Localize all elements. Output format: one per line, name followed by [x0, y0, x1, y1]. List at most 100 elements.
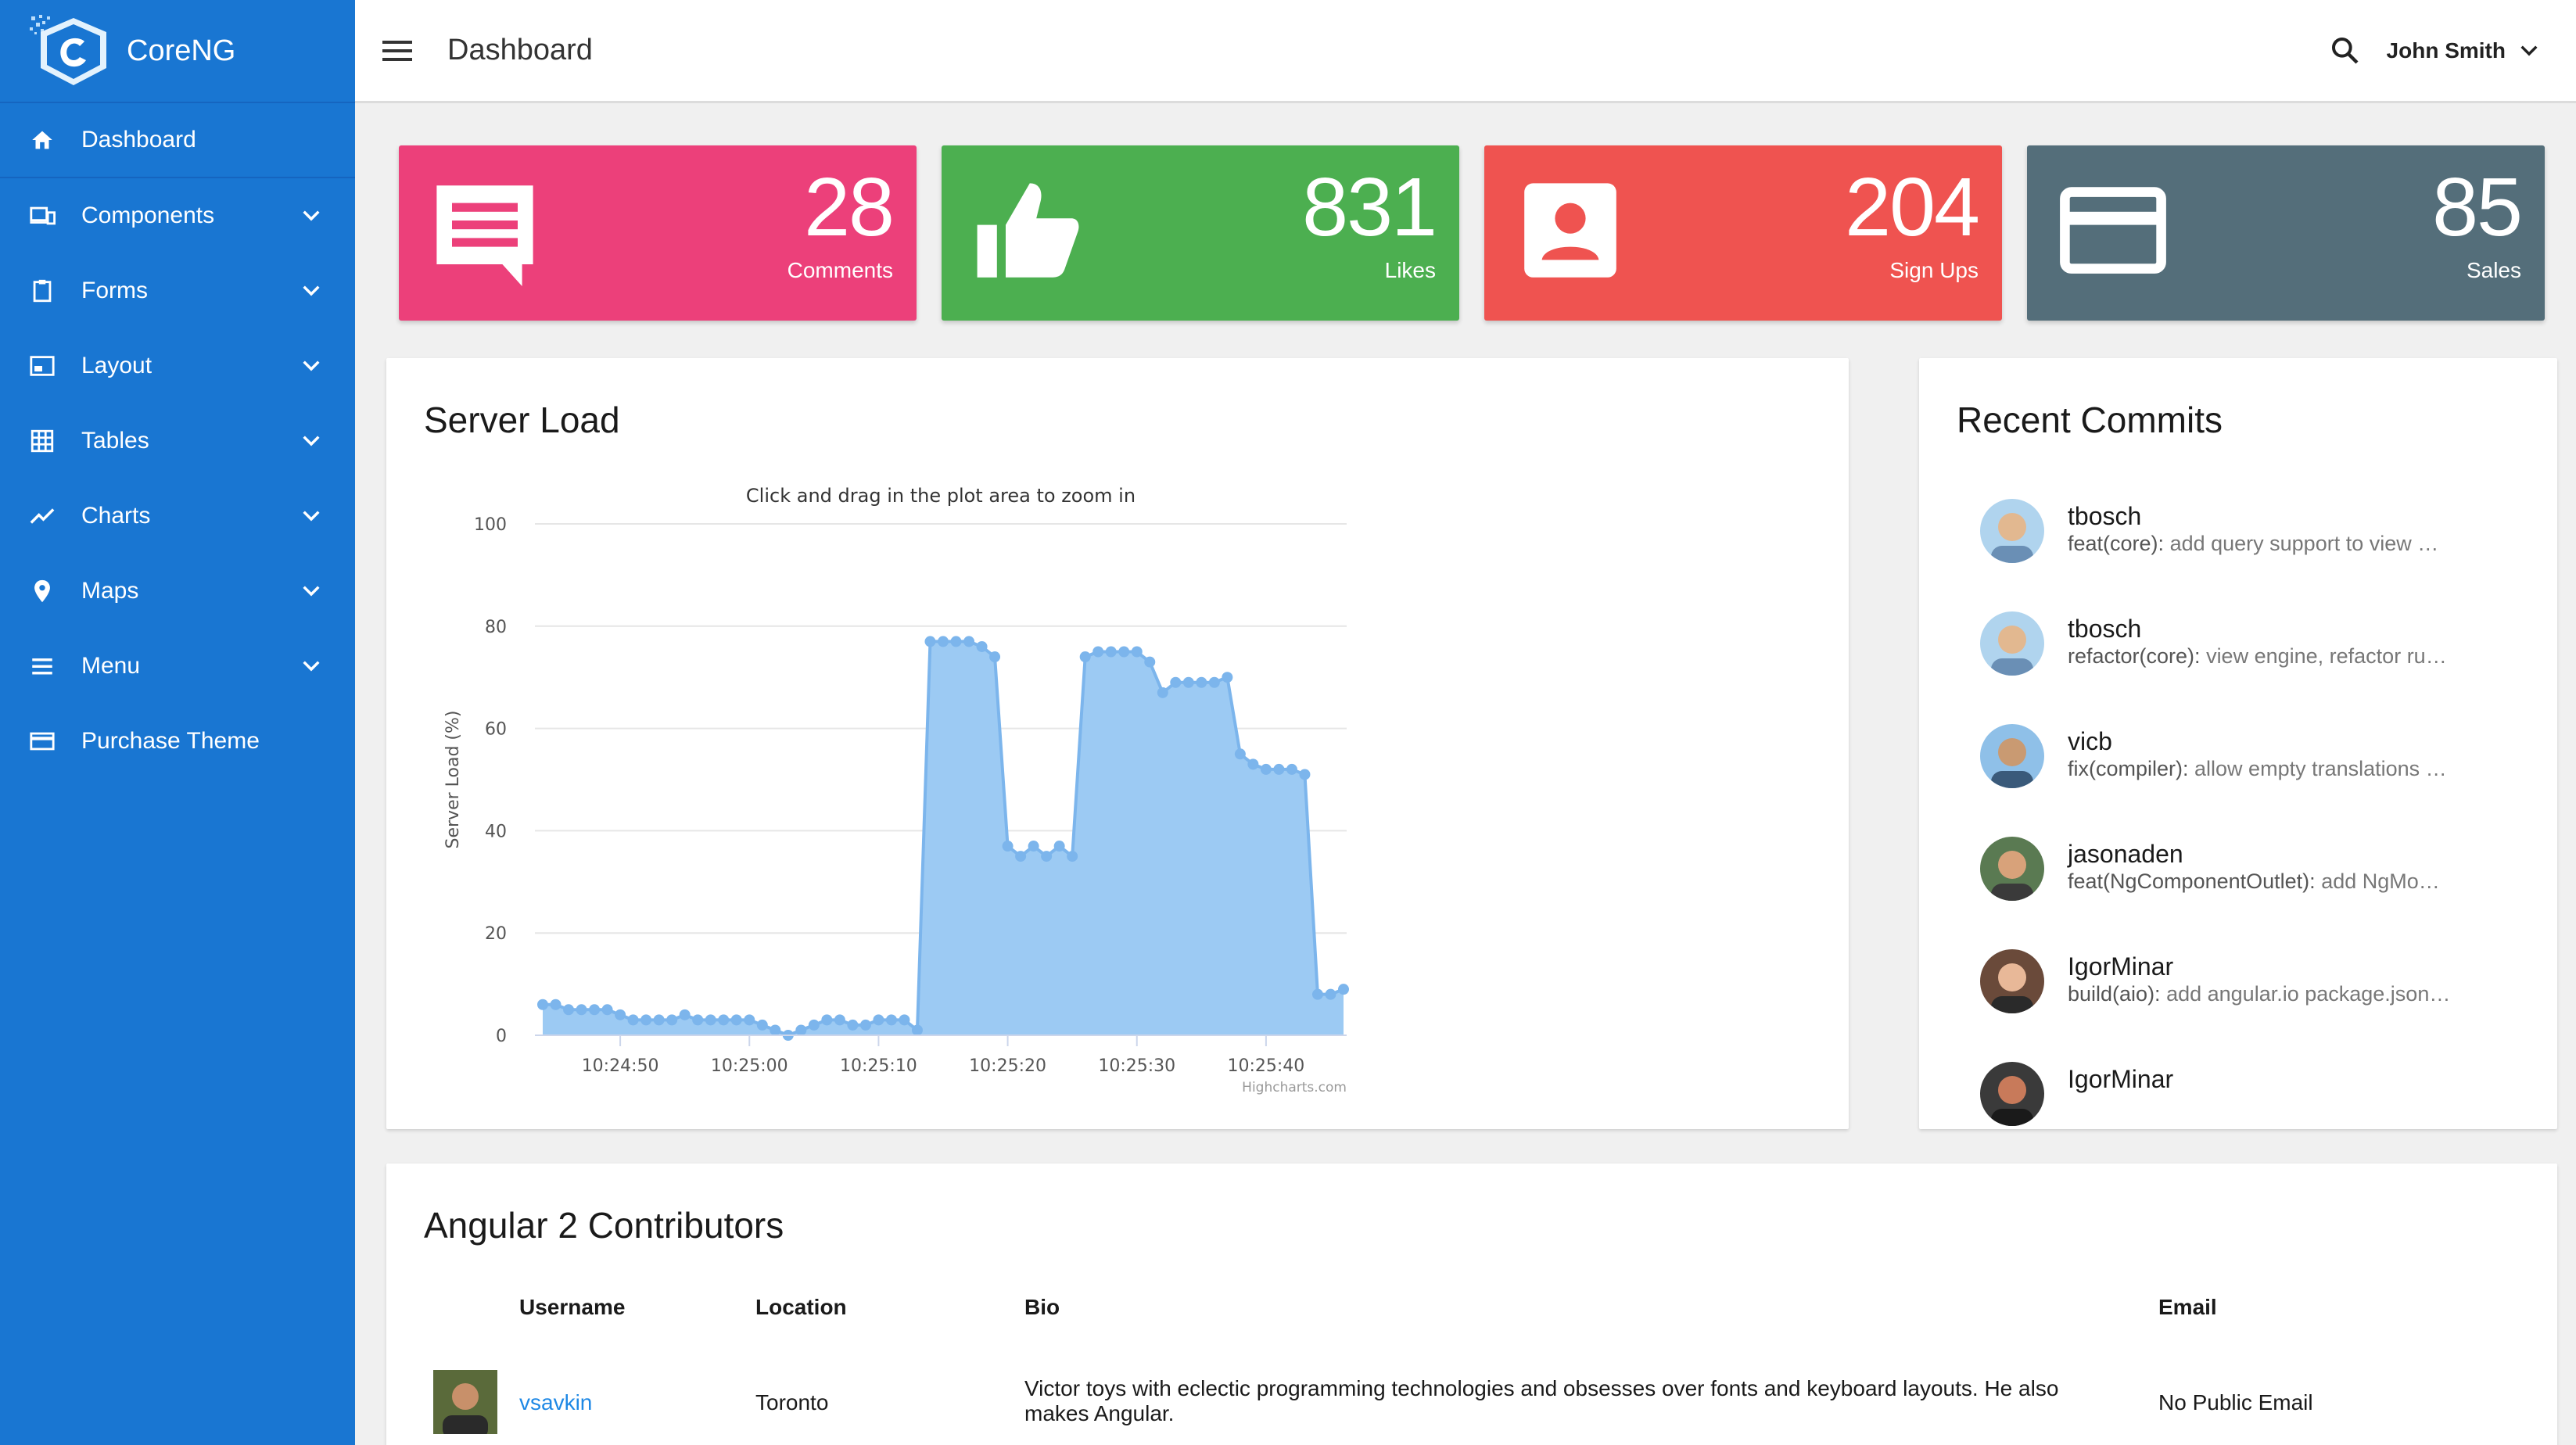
- data-point[interactable]: [1157, 687, 1168, 698]
- data-point[interactable]: [1118, 646, 1130, 658]
- data-point[interactable]: [627, 1014, 639, 1026]
- brand[interactable]: CoreNG: [0, 0, 355, 103]
- data-point[interactable]: [1028, 841, 1039, 852]
- data-point[interactable]: [1222, 672, 1233, 683]
- data-point[interactable]: [744, 1014, 755, 1026]
- contributors-title: Angular 2 Contributors: [424, 1205, 784, 1246]
- data-point[interactable]: [847, 1019, 859, 1031]
- stat-value: 204: [1845, 161, 1980, 253]
- server-load-chart[interactable]: Click and drag in the plot area to zoom …: [386, 358, 1849, 1129]
- column-header-username[interactable]: Username: [519, 1295, 625, 1320]
- data-point[interactable]: [859, 1019, 871, 1031]
- data-point[interactable]: [1144, 656, 1156, 668]
- data-point[interactable]: [1002, 841, 1014, 852]
- sidebar-item-tables[interactable]: Tables: [0, 403, 355, 479]
- data-point[interactable]: [1286, 763, 1297, 775]
- stat-card-sales[interactable]: 85 Sales: [2027, 145, 2545, 321]
- data-point[interactable]: [1338, 984, 1349, 995]
- data-point[interactable]: [808, 1019, 820, 1031]
- y-axis-label: Server Load (%): [443, 711, 463, 849]
- data-point[interactable]: [640, 1014, 652, 1026]
- data-point[interactable]: [756, 1019, 768, 1031]
- sidebar-item-layout[interactable]: Layout: [0, 328, 355, 403]
- data-point[interactable]: [718, 1014, 730, 1026]
- data-point[interactable]: [770, 1024, 781, 1036]
- commit-item[interactable]: vicb fix(compiler): allow empty translati…: [1980, 724, 2528, 802]
- data-point[interactable]: [653, 1014, 665, 1026]
- data-point[interactable]: [563, 1004, 575, 1016]
- sidebar-item-purchase-theme[interactable]: Purchase Theme: [0, 704, 355, 779]
- data-point[interactable]: [885, 1014, 897, 1026]
- user-menu[interactable]: John Smith: [2387, 38, 2542, 63]
- data-point[interactable]: [963, 636, 975, 647]
- commit-item[interactable]: tbosch refactor(core): view engine, refac…: [1980, 611, 2528, 690]
- search-icon: [2331, 37, 2359, 64]
- stat-card-likes[interactable]: 831 Likes: [942, 145, 1459, 321]
- data-point[interactable]: [821, 1014, 833, 1026]
- commit-author: jasonaden: [2068, 840, 2183, 868]
- data-point[interactable]: [834, 1014, 845, 1026]
- data-point[interactable]: [615, 1009, 626, 1020]
- data-point[interactable]: [576, 1004, 587, 1016]
- data-point[interactable]: [589, 1004, 601, 1016]
- column-header-location[interactable]: Location: [755, 1295, 847, 1320]
- sidebar-item-menu[interactable]: Menu: [0, 629, 355, 704]
- stat-card-comments[interactable]: 28 Comments: [399, 145, 917, 321]
- data-point[interactable]: [1260, 763, 1272, 775]
- data-point[interactable]: [666, 1014, 678, 1026]
- data-point[interactable]: [1041, 851, 1053, 862]
- sidebar-item-forms[interactable]: Forms: [0, 253, 355, 328]
- data-point[interactable]: [705, 1014, 716, 1026]
- data-point[interactable]: [550, 999, 561, 1010]
- avatar: [1980, 1062, 2044, 1126]
- hamburger-menu-button[interactable]: [380, 33, 416, 69]
- data-point[interactable]: [1325, 988, 1336, 1000]
- sidebar-item-components[interactable]: Components: [0, 178, 355, 253]
- data-point[interactable]: [730, 1014, 742, 1026]
- commit-item[interactable]: jasonaden feat(NgComponentOutlet): add Ng…: [1980, 837, 2528, 915]
- data-point[interactable]: [1182, 676, 1194, 688]
- data-point[interactable]: [1170, 676, 1182, 688]
- data-point[interactable]: [795, 1024, 807, 1036]
- data-point[interactable]: [1015, 851, 1027, 862]
- data-point[interactable]: [1067, 851, 1078, 862]
- data-point[interactable]: [938, 636, 949, 647]
- data-point[interactable]: [976, 640, 988, 652]
- data-point[interactable]: [911, 1024, 923, 1036]
- data-point[interactable]: [692, 1014, 704, 1026]
- data-point[interactable]: [899, 1014, 910, 1026]
- data-point[interactable]: [1208, 676, 1220, 688]
- data-point[interactable]: [679, 1009, 691, 1020]
- data-point[interactable]: [1131, 646, 1143, 658]
- commit-item[interactable]: IgorMinar: [1980, 1062, 2528, 1129]
- search-button[interactable]: [2326, 31, 2365, 70]
- commit-type: feat(NgComponentOutlet):: [2068, 870, 2316, 893]
- sidebar-item-charts[interactable]: Charts: [0, 479, 355, 554]
- commit-item[interactable]: IgorMinar build(aio): add angular.io pack…: [1980, 949, 2528, 1027]
- data-point[interactable]: [1247, 758, 1259, 770]
- data-point[interactable]: [1273, 763, 1285, 775]
- data-point[interactable]: [1079, 651, 1091, 663]
- commit-item[interactable]: tbosch feat(core): add query support to v…: [1980, 499, 2528, 577]
- sidebar-item-dashboard[interactable]: Dashboard: [0, 103, 355, 178]
- data-point[interactable]: [1196, 676, 1207, 688]
- data-point[interactable]: [950, 636, 962, 647]
- data-point[interactable]: [1053, 841, 1065, 852]
- username-link[interactable]: vsavkin: [519, 1390, 592, 1415]
- data-point[interactable]: [873, 1014, 884, 1026]
- column-header-bio[interactable]: Bio: [1024, 1295, 1060, 1320]
- data-point[interactable]: [1092, 646, 1104, 658]
- chart-credit[interactable]: Highcharts.com: [1242, 1080, 1347, 1095]
- data-point[interactable]: [601, 1004, 613, 1016]
- data-point[interactable]: [1311, 988, 1323, 1000]
- data-point[interactable]: [989, 651, 1001, 663]
- chevron-down-icon: [299, 428, 324, 454]
- data-point[interactable]: [1234, 748, 1246, 760]
- stat-card-sign-ups[interactable]: 204 Sign Ups: [1484, 145, 2002, 321]
- data-point[interactable]: [1105, 646, 1117, 658]
- data-point[interactable]: [537, 999, 548, 1010]
- sidebar-item-maps[interactable]: Maps: [0, 554, 355, 629]
- column-header-email[interactable]: Email: [2158, 1295, 2217, 1320]
- data-point[interactable]: [924, 636, 936, 647]
- data-point[interactable]: [1299, 769, 1311, 780]
